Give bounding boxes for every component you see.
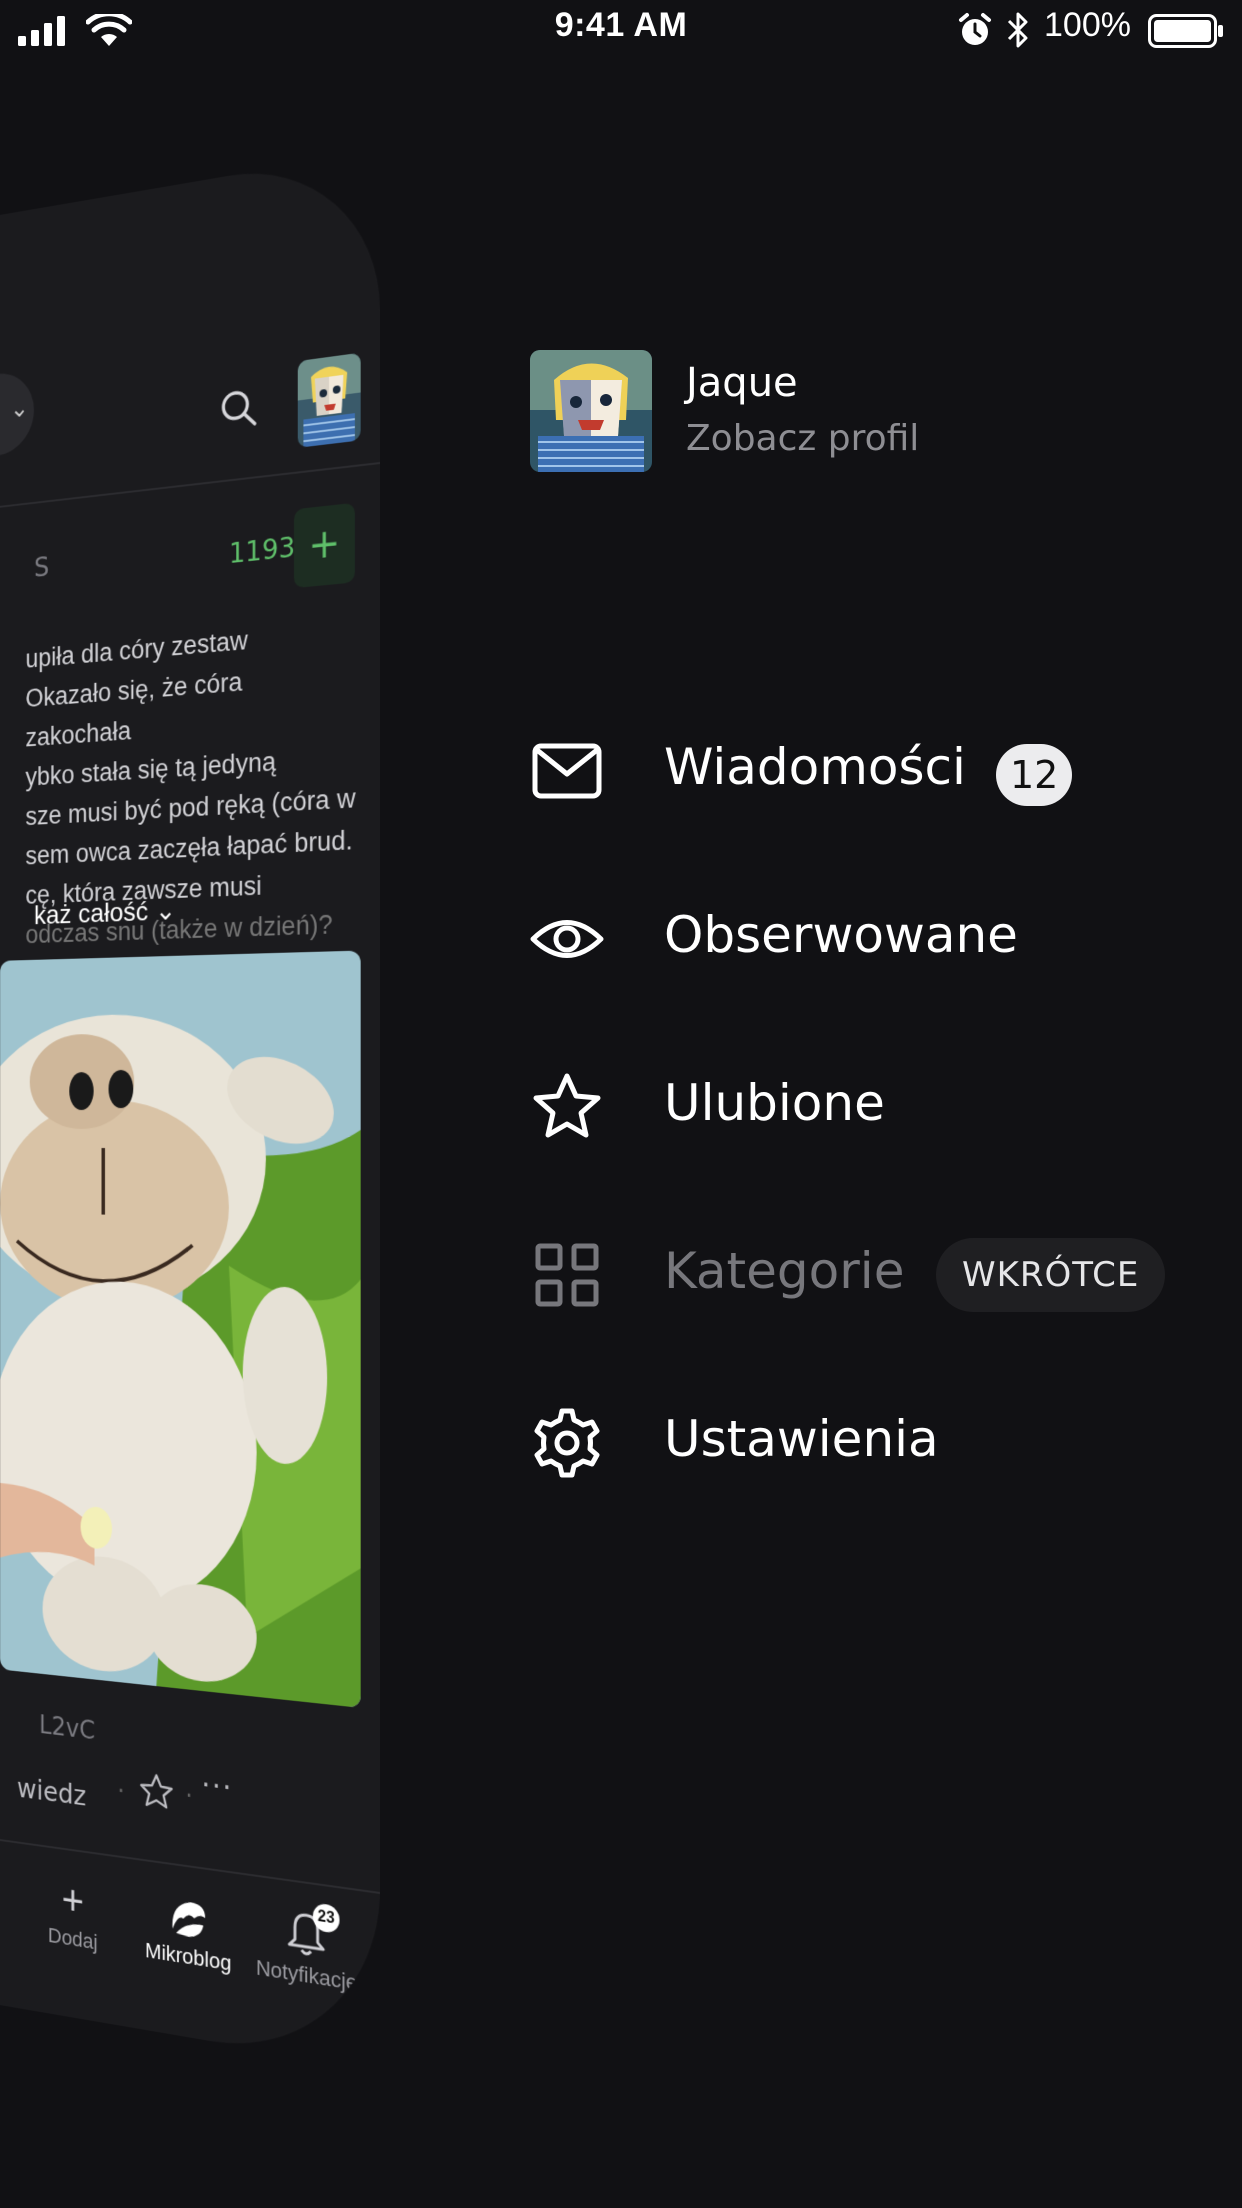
alarm-icon bbox=[959, 13, 991, 45]
chevron-down-icon: ⌄ bbox=[10, 393, 29, 425]
post-image[interactable] bbox=[0, 950, 361, 1708]
separator-dot: · bbox=[185, 1781, 193, 1812]
reply-button[interactable]: wiedz bbox=[17, 1772, 86, 1812]
separator-dot: · bbox=[117, 1777, 125, 1807]
post-id: L2vC bbox=[39, 1711, 96, 1746]
profile-name: Jaque bbox=[686, 360, 798, 406]
header-divider bbox=[0, 462, 380, 512]
avatar[interactable] bbox=[297, 352, 361, 448]
more-options-icon[interactable]: ··· bbox=[202, 1768, 234, 1806]
gear-icon bbox=[534, 1408, 600, 1478]
search-icon[interactable] bbox=[218, 384, 260, 434]
app-preview[interactable]: ⌄ S 1193 + upiła dla córy zestaw Okazało… bbox=[0, 120, 380, 2100]
avatar[interactable] bbox=[530, 350, 652, 472]
view-profile-link[interactable]: Zobacz profil bbox=[686, 418, 919, 459]
menu-item-label: Ustawienia bbox=[664, 1410, 939, 1468]
menu-item-favorites[interactable]: Ulubione bbox=[530, 1044, 1210, 1164]
grid-icon bbox=[535, 1243, 599, 1307]
menu-item-label: Ulubione bbox=[664, 1074, 885, 1132]
menu-item-settings[interactable]: Ustawienia bbox=[530, 1380, 1210, 1500]
menu-item-label: Kategorie bbox=[664, 1242, 905, 1300]
tab-mikroblog[interactable]: Mikroblog bbox=[130, 1884, 248, 1979]
menu-item-label: Wiadomości bbox=[664, 738, 966, 796]
chevron-down-icon: ⌄ bbox=[155, 895, 177, 926]
battery-icon bbox=[1148, 14, 1223, 48]
battery-percentage: 100% bbox=[1044, 6, 1131, 44]
eye-icon bbox=[530, 920, 604, 958]
tab-notyfikacje[interactable]: 23 Notyfikacje bbox=[246, 1901, 369, 1999]
tab-dodaj[interactable]: + Dodaj bbox=[17, 1868, 130, 1961]
croissant-icon bbox=[172, 1899, 206, 1940]
app-preview-card[interactable]: ⌄ S 1193 + upiła dla córy zestaw Okazało… bbox=[0, 150, 380, 2070]
menu-item-watched[interactable]: Obserwowane bbox=[530, 876, 1210, 996]
star-icon bbox=[533, 1073, 601, 1138]
status-bar: 9:41 AM 100% bbox=[0, 0, 1242, 60]
menu-item-messages[interactable]: Wiadomości 12 bbox=[530, 708, 1210, 828]
coming-soon-badge: WKRÓTCE bbox=[936, 1238, 1166, 1312]
plus-icon: + bbox=[61, 1875, 84, 1926]
menu-item-categories: Kategorie WKRÓTCE bbox=[530, 1212, 1210, 1332]
unread-messages-badge: 12 bbox=[996, 744, 1073, 806]
show-more-label: każ całość bbox=[34, 896, 149, 930]
bluetooth-icon bbox=[1007, 12, 1028, 48]
post-author[interactable]: S bbox=[34, 551, 49, 584]
star-icon[interactable] bbox=[139, 1770, 175, 1813]
profile-header[interactable]: Jaque Zobacz profil bbox=[530, 350, 1210, 474]
envelope-icon bbox=[532, 743, 602, 799]
show-more-link[interactable]: każ całość ⌄ bbox=[34, 894, 176, 931]
vote-count: 1193 bbox=[228, 530, 296, 570]
upvote-button[interactable]: + bbox=[294, 502, 355, 589]
menu-item-label: Obserwowane bbox=[664, 906, 1018, 964]
